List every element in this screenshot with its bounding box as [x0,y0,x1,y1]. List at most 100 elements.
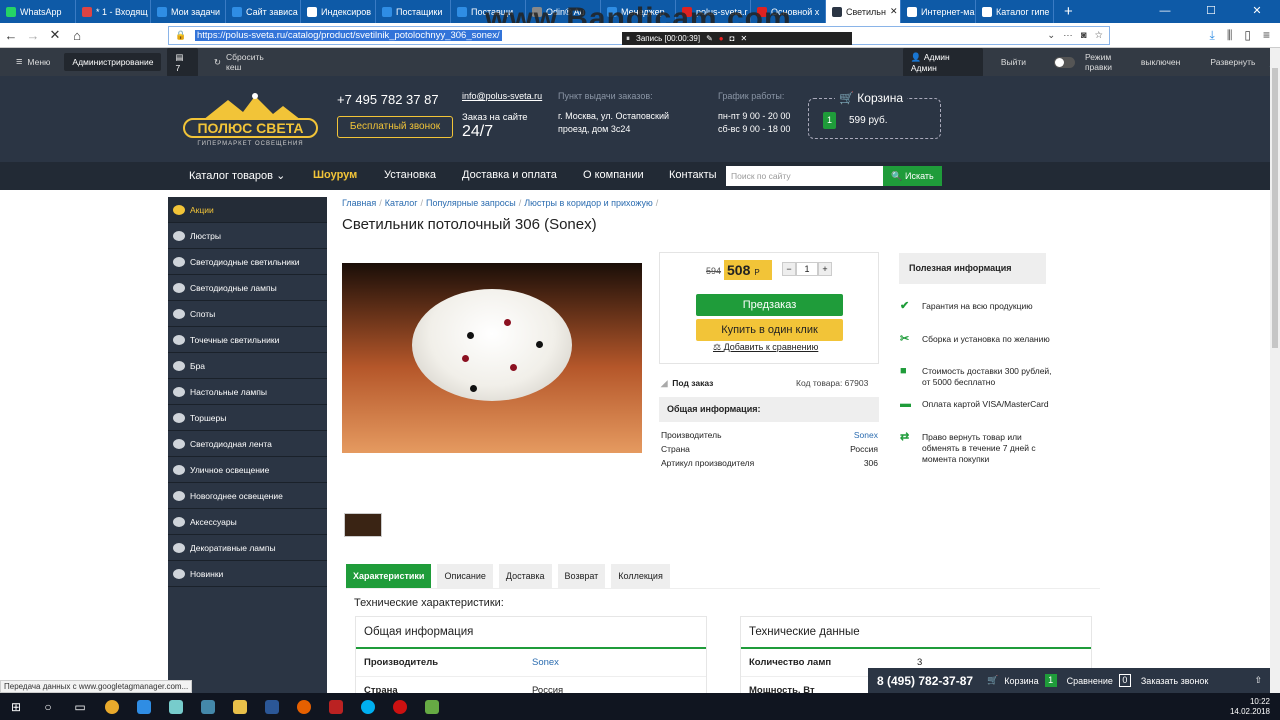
menu-catalog[interactable]: Каталог товаров ⌄ [189,169,285,182]
product-image[interactable] [342,263,642,453]
browser-tab[interactable]: Сайт зависа [226,0,301,23]
hamburger-menu-icon[interactable]: ≡ [1263,28,1270,43]
breadcrumb-link[interactable]: Каталог [385,198,418,208]
browser-tab[interactable]: Индексиров [301,0,376,23]
sidebar-item[interactable]: Настольные лампы [168,379,327,405]
task-view-icon[interactable]: ▭ [64,693,96,720]
bottom-callback-link[interactable]: Заказать звонок [1141,676,1208,686]
sidebar-icon[interactable]: ▯ [1244,28,1251,43]
qty-input[interactable]: 1 [796,262,818,276]
menu-showroom[interactable]: Шоурум [313,169,357,181]
header-email[interactable]: info@polus-sveta.ru [462,91,542,101]
word-icon[interactable] [256,693,288,720]
media-icon[interactable] [416,693,448,720]
library-icon[interactable]: ⫼ [1227,28,1233,43]
sidebar-item[interactable]: Светодиодные лампы [168,275,327,301]
sidebar-item[interactable]: Новогоднее освещение [168,483,327,509]
close-icon[interactable]: ✕ [740,34,747,43]
sidebar-item[interactable]: Светодиодные светильники [168,249,327,275]
browser-tab[interactable]: Светильн ✕ [826,0,901,23]
browser-tab[interactable]: Мои задачи [151,0,226,23]
reset-cache-link[interactable]: Сбросить кеш [226,52,279,72]
free-call-button[interactable]: Бесплатный звонок [337,116,453,138]
search-input[interactable]: Поиск по сайту [726,166,883,186]
filezilla-icon[interactable] [320,693,352,720]
camera-icon[interactable]: ◘ [730,34,735,43]
add-to-compare-link[interactable]: ⚖ Добавить к сравнению [713,342,818,353]
product-tab[interactable]: Коллекция [611,564,670,588]
browser-tab[interactable]: Каталог гипе [976,0,1054,23]
product-tab[interactable]: Описание [437,564,493,588]
firefox-icon[interactable] [288,693,320,720]
bandicam-icon[interactable] [384,693,416,720]
pause-icon[interactable]: ⏸ [626,34,630,44]
menu-icon[interactable]: ≡ [16,56,22,68]
sidebar-item[interactable]: Бра [168,353,327,379]
app-icon[interactable] [160,693,192,720]
bookmark-star-icon[interactable]: ☆ [1094,30,1103,41]
maximize-icon[interactable]: ☐ [1188,0,1234,23]
page-scrollbar[interactable] [1270,48,1280,693]
browser-tab[interactable]: Интернет-ма [901,0,976,23]
preorder-button[interactable]: Предзаказ [696,294,843,316]
administration-button[interactable]: Администрирование [64,53,162,71]
notifications-button[interactable]: ▤ 7 [167,47,198,77]
expand-link[interactable]: Развернуть [1210,57,1255,67]
sidebar-item[interactable]: Люстры [168,223,327,249]
qty-minus-button[interactable]: − [782,262,796,276]
info-value[interactable]: Sonex [854,430,878,440]
search-button[interactable]: 🔍 Искать [883,166,942,186]
bottom-phone[interactable]: 8 (495) 782-37-87 [877,674,973,688]
more-icon[interactable]: ··· [1063,30,1073,41]
admin-menu-link[interactable]: Меню [27,57,50,67]
product-tab[interactable]: Характеристики [346,564,432,588]
menu-contacts[interactable]: Контакты [669,169,717,181]
edge-icon[interactable] [128,693,160,720]
home-icon[interactable]: ⌂ [66,28,88,43]
product-tab[interactable]: Возврат [557,564,606,588]
sidebar-item[interactable]: Новинки [168,561,327,587]
breadcrumb-link[interactable]: Популярные запросы [426,198,516,208]
spec-value[interactable]: Sonex [532,657,559,668]
sidebar-item[interactable]: Акции [168,197,327,223]
url-text[interactable]: https://polus-sveta.ru/catalog/product/s… [195,30,502,41]
search-icon[interactable]: ○ [32,693,64,720]
menu-about[interactable]: О компании [583,169,644,181]
menu-delivery[interactable]: Доставка и оплата [462,169,557,181]
minimize-icon[interactable]: — [1142,0,1188,23]
buy-one-click-button[interactable]: Купить в один клик [696,319,843,341]
header-cart[interactable]: 🛒 Корзина 1 599 руб. [808,91,941,139]
chrome-icon[interactable] [96,693,128,720]
pocket-icon[interactable]: ◙ [1081,30,1087,41]
record-icon[interactable]: ● [719,34,724,43]
pencil-icon[interactable]: ✎ [706,34,713,43]
sidebar-item[interactable]: Споты [168,301,327,327]
back-icon[interactable]: ← [0,28,22,43]
forward-icon[interactable]: → [22,28,44,43]
dropdown-icon[interactable]: ⌄ [1047,30,1055,41]
logout-link[interactable]: Выйти [1001,57,1026,67]
bottom-cart-link[interactable]: Корзина [1004,676,1038,686]
sidebar-item[interactable]: Торшеры [168,405,327,431]
bottom-compare-link[interactable]: Сравнение [1067,676,1113,686]
explorer-icon[interactable] [224,693,256,720]
breadcrumb-link[interactable]: Главная [342,198,376,208]
sidebar-item[interactable]: Светодиодная лента [168,431,327,457]
sidebar-item[interactable]: Точечные светильники [168,327,327,353]
stop-icon[interactable]: ✕ [44,27,66,43]
close-window-icon[interactable]: ✕ [1234,0,1280,23]
network-app-icon[interactable] [192,693,224,720]
qty-plus-button[interactable]: + [818,262,832,276]
close-icon[interactable]: ✕ [890,6,898,17]
product-tab[interactable]: Доставка [498,564,552,588]
scrollbar-thumb[interactable] [1272,68,1278,348]
system-clock[interactable]: 10:22 14.02.2018 [1230,697,1280,717]
browser-tab[interactable]: * 1 - Входящ [76,0,151,23]
download-icon[interactable]: ⤓ [1210,28,1215,43]
header-phone[interactable]: +7 495 782 37 87 [337,92,439,107]
sidebar-item[interactable]: Декоративные лампы [168,535,327,561]
site-logo[interactable]: ПОЛЮС СВЕТА ГИПЕРМАРКЕТ ОСВЕЩЕНИЯ [183,92,318,150]
sidebar-item[interactable]: Уличное освещение [168,457,327,483]
skype-icon[interactable] [352,693,384,720]
admin-user-button[interactable]: 👤 Админ Админ [902,47,983,77]
